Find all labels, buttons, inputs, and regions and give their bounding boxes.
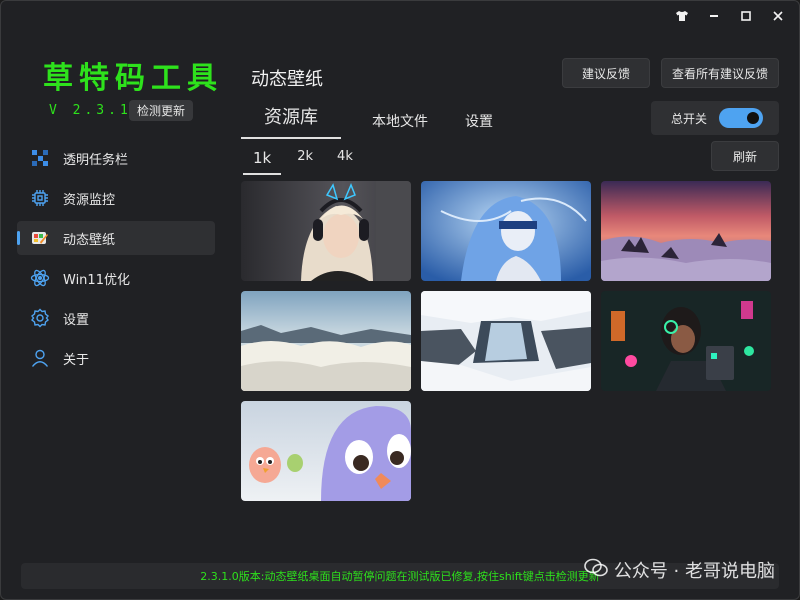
refresh-button[interactable]: 刷新 (711, 141, 779, 171)
watermark: 公众号 · 老哥说电脑 (584, 557, 775, 583)
wechat-icon (584, 558, 608, 583)
gear-icon (29, 307, 51, 329)
tab-settings[interactable]: 设置 (459, 107, 499, 139)
wallpaper-thumb-blue-hair-girl[interactable] (421, 181, 591, 281)
sidebar: 透明任务栏 资源监控 动态壁纸 Win11优化 设置 关于 (17, 141, 215, 381)
sidebar-item-label: 动态壁纸 (63, 232, 116, 248)
sidebar-item-label: 设置 (63, 312, 90, 328)
sidebar-item-about[interactable]: 关于 (17, 341, 215, 375)
window-controls (671, 7, 789, 25)
master-switch-label: 总开关 (671, 111, 708, 126)
palette-icon (29, 227, 51, 249)
page-title: 动态壁纸 (251, 69, 323, 90)
tab-resource-library[interactable]: 资源库 (241, 99, 341, 139)
wallpaper-thumb-cyberpunk[interactable] (601, 291, 771, 391)
view-all-feedback-button[interactable]: 查看所有建议反馈 (661, 58, 779, 88)
check-update-button[interactable]: 检测更新 (129, 100, 194, 121)
atom-icon (29, 267, 51, 289)
user-icon (29, 347, 51, 369)
status-message: 2.3.1.0版本:动态壁纸桌面自动暂停问题在测试版已修复,按住shift键点击… (200, 570, 600, 583)
sidebar-item-win11-optimize[interactable]: Win11优化 (17, 261, 215, 295)
tab-local-files[interactable]: 本地文件 (341, 107, 459, 139)
sidebar-item-settings[interactable]: 设置 (17, 301, 215, 335)
master-switch-toggle[interactable] (719, 108, 763, 128)
resolution-4k[interactable]: 4k (327, 145, 363, 175)
resolution-1k[interactable]: 1k (243, 145, 282, 175)
sidebar-item-dynamic-wallpaper[interactable]: 动态壁纸 (17, 221, 215, 255)
wallpaper-thumb-anime-girl[interactable] (241, 181, 411, 281)
content-tabs: 资源库 本地文件 设置 (241, 99, 499, 139)
sidebar-item-transparent-taskbar[interactable]: 透明任务栏 (17, 141, 215, 175)
close-icon[interactable] (767, 7, 789, 25)
wallpaper-thumb-sea-of-clouds[interactable] (241, 291, 411, 391)
sidebar-item-label: 关于 (63, 352, 90, 368)
maximize-icon[interactable] (735, 7, 757, 25)
resolution-tabs: 1k 2k 4k (243, 145, 363, 175)
wallpaper-thumb-sunset-clouds[interactable] (601, 181, 771, 281)
sidebar-item-label: 资源监控 (63, 192, 116, 208)
app-window: 草特码工具 V 2.3.1.2 检测更新 透明任务栏 资源监控 动态壁纸 Win… (0, 0, 800, 600)
chip-icon (29, 187, 51, 209)
resolution-2k[interactable]: 2k (287, 145, 323, 175)
app-brand-title: 草特码工具 (43, 61, 223, 96)
sidebar-item-label: Win11优化 (63, 272, 130, 288)
wallpaper-thumb-snowy-waterfall[interactable] (421, 291, 591, 391)
wallpaper-thumb-angry-birds[interactable] (241, 401, 411, 501)
sidebar-item-label: 透明任务栏 (63, 152, 129, 168)
taskbar-icon (29, 147, 51, 169)
watermark-text: 公众号 · 老哥说电脑 (613, 561, 775, 582)
master-switch-panel: 总开关 (651, 101, 779, 135)
feedback-button[interactable]: 建议反馈 (562, 58, 650, 88)
sidebar-item-resource-monitor[interactable]: 资源监控 (17, 181, 215, 215)
tshirt-icon[interactable] (671, 7, 693, 25)
minimize-icon[interactable] (703, 7, 725, 25)
